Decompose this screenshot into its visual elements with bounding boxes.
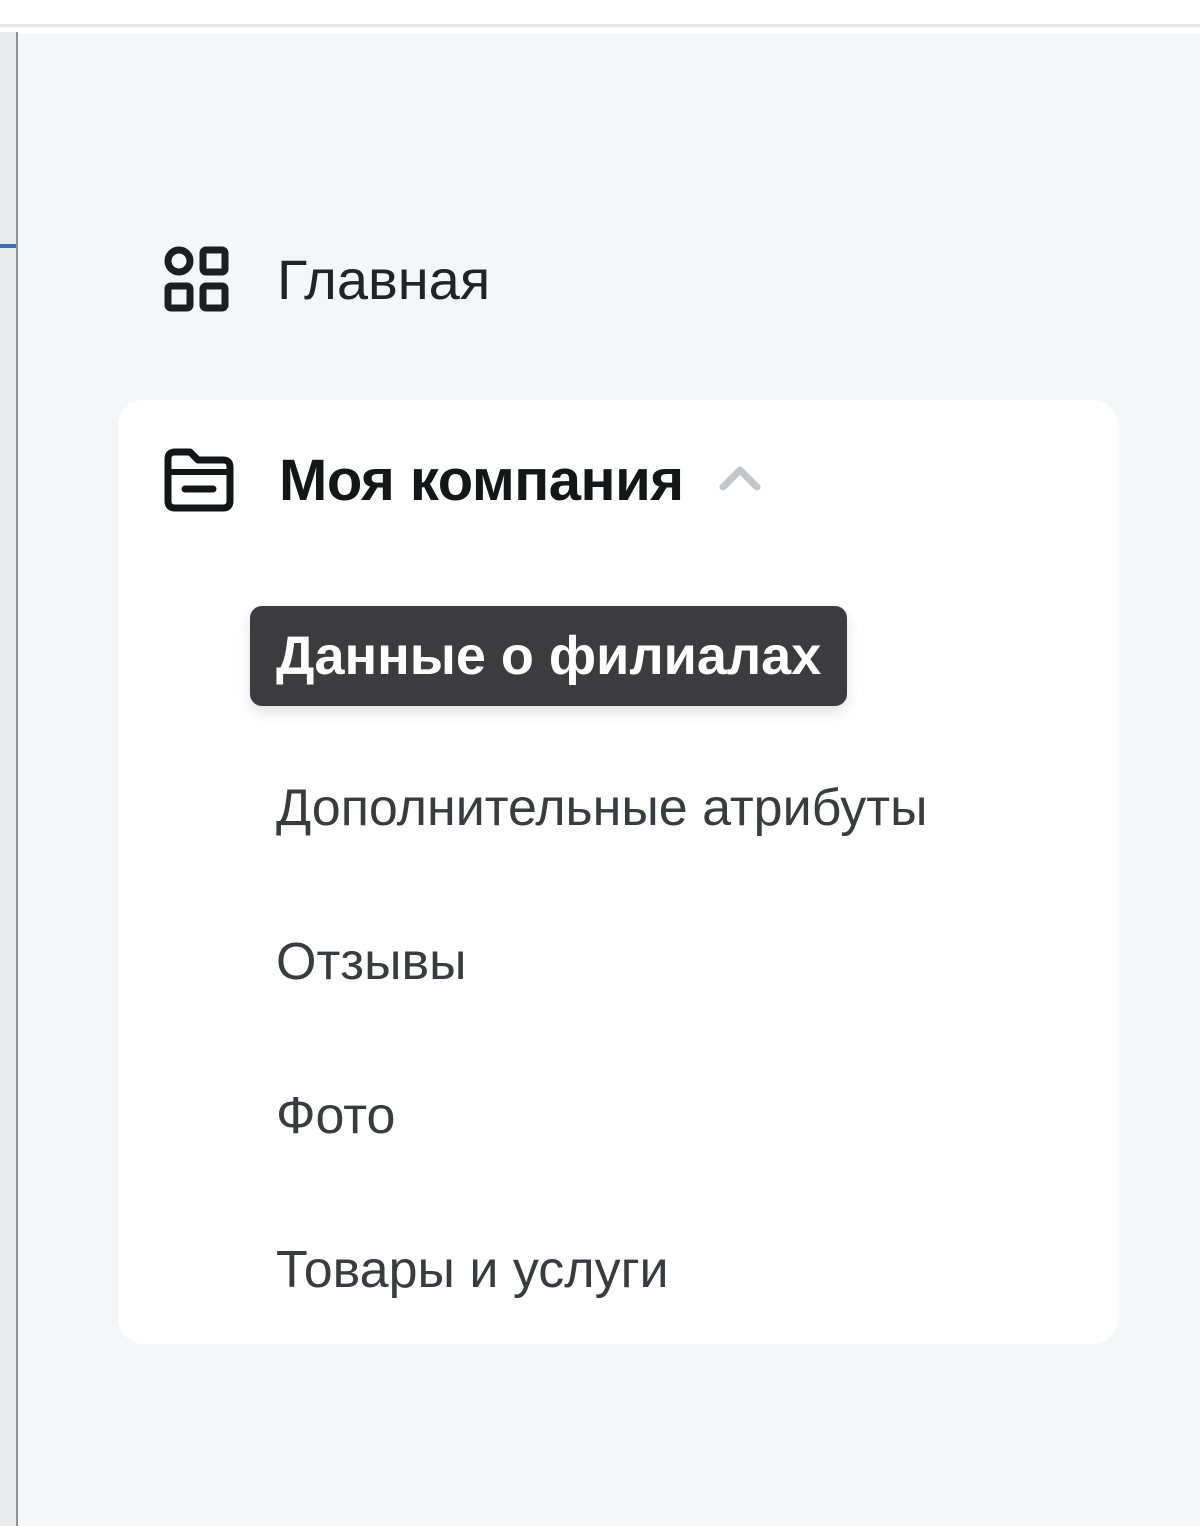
- folder-icon: [164, 448, 234, 512]
- background-accent-line: [0, 244, 16, 248]
- submenu-item-products-services[interactable]: Товары и услуги: [250, 1220, 695, 1320]
- background-page-edge: [0, 32, 18, 1526]
- group-label-my-company: Моя компания: [279, 447, 684, 513]
- window-top-bar: [0, 0, 1200, 27]
- chevron-up-icon[interactable]: [718, 462, 762, 492]
- submenu-item-additional-attributes[interactable]: Дополнительные атрибуты: [250, 758, 953, 858]
- submenu-item-label: Фото: [276, 1087, 396, 1145]
- sidebar: Главная Моя компания Данные о филиалах Д…: [18, 34, 1200, 1526]
- sidebar-item-home-label: Главная: [277, 247, 491, 311]
- submenu-item-label: Товары и услуги: [276, 1241, 669, 1299]
- submenu-item-label: Данные о филиалах: [276, 626, 822, 686]
- submenu-item-branch-data[interactable]: Данные о филиалах: [250, 606, 848, 706]
- sidebar-item-home[interactable]: Главная: [163, 209, 490, 349]
- group-toggle-my-company[interactable]: Моя компания: [163, 440, 762, 520]
- dashboard-grid-icon: [164, 246, 229, 312]
- sidebar-group-my-company: Моя компания Данные о филиалах Дополните…: [118, 400, 1119, 1344]
- submenu-item-label: Отзывы: [276, 933, 467, 991]
- submenu-item-photo[interactable]: Фото: [250, 1066, 421, 1166]
- submenu-item-label: Дополнительные атрибуты: [276, 779, 928, 837]
- submenu-item-reviews[interactable]: Отзывы: [250, 912, 492, 1012]
